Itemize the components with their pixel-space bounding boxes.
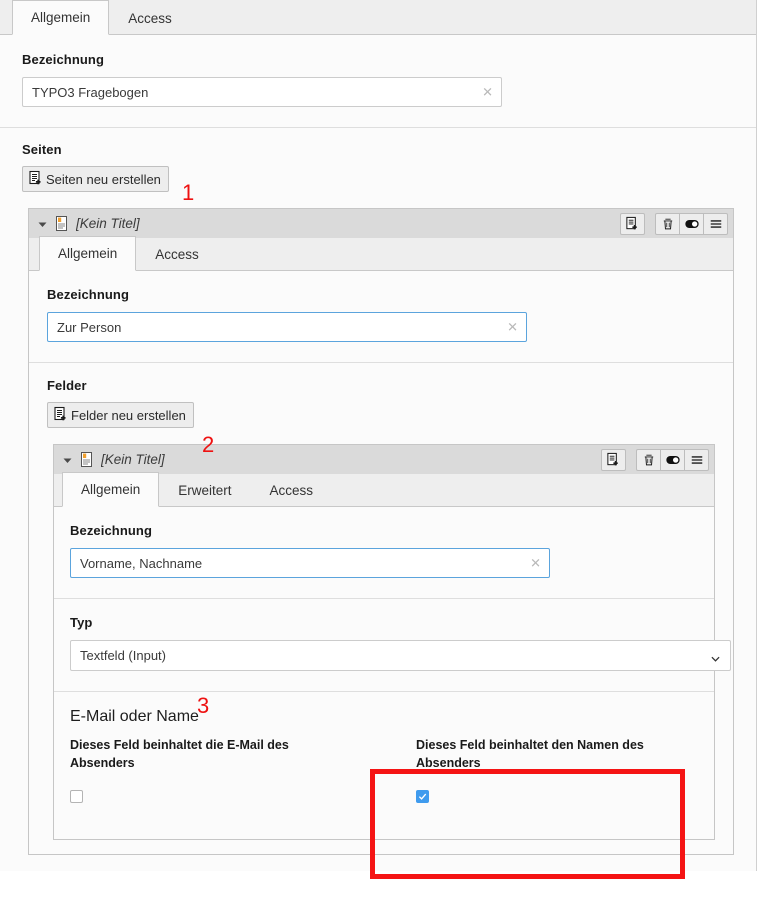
root-tabbar: Allgemein Access bbox=[0, 0, 756, 35]
page-bezeichnung-input-wrap: ✕ bbox=[47, 312, 527, 342]
tab-allgemein-root[interactable]: Allgemein bbox=[12, 0, 110, 35]
field-record-title: [Kein Titel] bbox=[101, 452, 165, 467]
create-new-pages-label: Seiten neu erstellen bbox=[46, 171, 161, 187]
tab-allgemein-page[interactable]: Allgemein bbox=[39, 235, 137, 271]
field-bezeichnung-input[interactable] bbox=[70, 548, 550, 578]
field-record-action-group bbox=[636, 448, 709, 471]
page-create-new-button[interactable] bbox=[620, 212, 645, 235]
check-icon bbox=[418, 793, 427, 801]
page-record-container: [Kein Titel] Allgemein Access Bezeichnun… bbox=[28, 208, 734, 856]
sender-email-label: Dieses Feld beinhaltet die E-Mail des Ab… bbox=[70, 738, 289, 771]
field-bezeichnung-label: Bezeichnung bbox=[70, 523, 152, 538]
seiten-label: Seiten bbox=[22, 142, 62, 157]
seiten-section: Seiten Seiten neu erstellen [Kein Titel]… bbox=[0, 128, 756, 871]
field-record-tabbar: Allgemein Erweitert Access bbox=[54, 471, 714, 507]
new-record-icon bbox=[28, 170, 46, 189]
page-record-tabbar: Allgemein Access bbox=[29, 235, 733, 271]
root-bezeichnung-label: Bezeichnung bbox=[22, 52, 104, 67]
root-panel-body: Bezeichnung ✕ Seiten bbox=[0, 35, 756, 872]
create-new-pages-button[interactable]: Seiten neu erstellen bbox=[22, 166, 169, 192]
root-bezeichnung-input-wrap: ✕ bbox=[22, 77, 502, 107]
create-new-fields-button[interactable]: Felder neu erstellen bbox=[47, 402, 194, 428]
page-drag-handle[interactable] bbox=[703, 212, 728, 235]
field-create-new-button[interactable] bbox=[601, 448, 626, 471]
field-document-icon bbox=[79, 451, 94, 468]
page-bezeichnung-input[interactable] bbox=[47, 312, 527, 342]
page-record-action-group bbox=[655, 212, 728, 235]
field-typ-select-value: Textfeld (Input) bbox=[80, 648, 166, 663]
field-drag-handle[interactable] bbox=[684, 448, 709, 471]
field-typ-label: Typ bbox=[70, 615, 93, 630]
sender-name-column: Dieses Feld beinhaltet den Namen des Abs… bbox=[384, 736, 698, 804]
chevron-down-icon[interactable] bbox=[37, 218, 48, 229]
felder-section: Felder Felder neu erstellen [Kein Titel]… bbox=[29, 363, 733, 854]
tab-access-page[interactable]: Access bbox=[136, 237, 218, 271]
clear-x-icon[interactable]: ✕ bbox=[507, 321, 518, 334]
page-record-header: [Kein Titel] bbox=[28, 208, 734, 238]
page-bezeichnung-section: Bezeichnung ✕ bbox=[29, 271, 733, 363]
email-or-name-section: E-Mail oder Name Dieses Feld beinhaltet … bbox=[54, 692, 714, 839]
clear-x-icon[interactable]: ✕ bbox=[530, 557, 541, 570]
tab-allgemein-field[interactable]: Allgemein bbox=[62, 471, 160, 507]
create-new-fields-label: Felder neu erstellen bbox=[71, 407, 186, 423]
tab-erweitert-field[interactable]: Erweitert bbox=[159, 473, 250, 507]
tab-access-field[interactable]: Access bbox=[251, 473, 333, 507]
record-editor-panel: Allgemein Access Bezeichnung ✕ Seiten bbox=[0, 0, 757, 872]
sender-email-column: Dieses Feld beinhaltet die E-Mail des Ab… bbox=[70, 736, 384, 804]
tab-access-root[interactable]: Access bbox=[109, 1, 191, 35]
field-typ-section: Typ Textfeld (Input) bbox=[54, 599, 731, 692]
page-delete-button[interactable] bbox=[655, 212, 680, 235]
page-hide-unhide-toggle[interactable] bbox=[679, 212, 704, 235]
sender-email-checkbox[interactable] bbox=[70, 790, 83, 804]
sender-name-label: Dieses Feld beinhaltet den Namen des Abs… bbox=[416, 738, 644, 771]
field-typ-select[interactable]: Textfeld (Input) bbox=[70, 640, 731, 671]
felder-label: Felder bbox=[47, 378, 87, 393]
field-hide-unhide-toggle[interactable] bbox=[660, 448, 685, 471]
email-or-name-columns: Dieses Feld beinhaltet die E-Mail des Ab… bbox=[70, 736, 698, 804]
field-delete-button[interactable] bbox=[636, 448, 661, 471]
field-bezeichnung-input-wrap: ✕ bbox=[70, 548, 550, 578]
new-record-icon bbox=[53, 406, 71, 425]
page-record-panel: Allgemein Access Bezeichnung ✕ Felder bbox=[28, 235, 734, 856]
email-or-name-heading: E-Mail oder Name bbox=[70, 708, 199, 725]
field-record-header: [Kein Titel] bbox=[53, 444, 715, 474]
root-bezeichnung-input[interactable] bbox=[22, 77, 502, 107]
field-bezeichnung-section: Bezeichnung ✕ bbox=[54, 507, 714, 599]
clear-x-icon[interactable]: ✕ bbox=[482, 86, 493, 99]
page-record-title: [Kein Titel] bbox=[76, 216, 140, 231]
chevron-down-icon bbox=[711, 651, 720, 662]
root-bezeichnung-section: Bezeichnung ✕ bbox=[0, 35, 756, 128]
field-record-panel: Allgemein Erweitert Access Bezeichnung V… bbox=[53, 471, 731, 841]
page-document-icon bbox=[54, 215, 69, 232]
field-record-container: [Kein Titel] Allgemein Erweitert Access … bbox=[53, 444, 731, 841]
page-bezeichnung-label: Bezeichnung bbox=[47, 287, 129, 302]
sender-name-checkbox[interactable] bbox=[416, 790, 429, 804]
chevron-down-icon[interactable] bbox=[62, 454, 73, 465]
